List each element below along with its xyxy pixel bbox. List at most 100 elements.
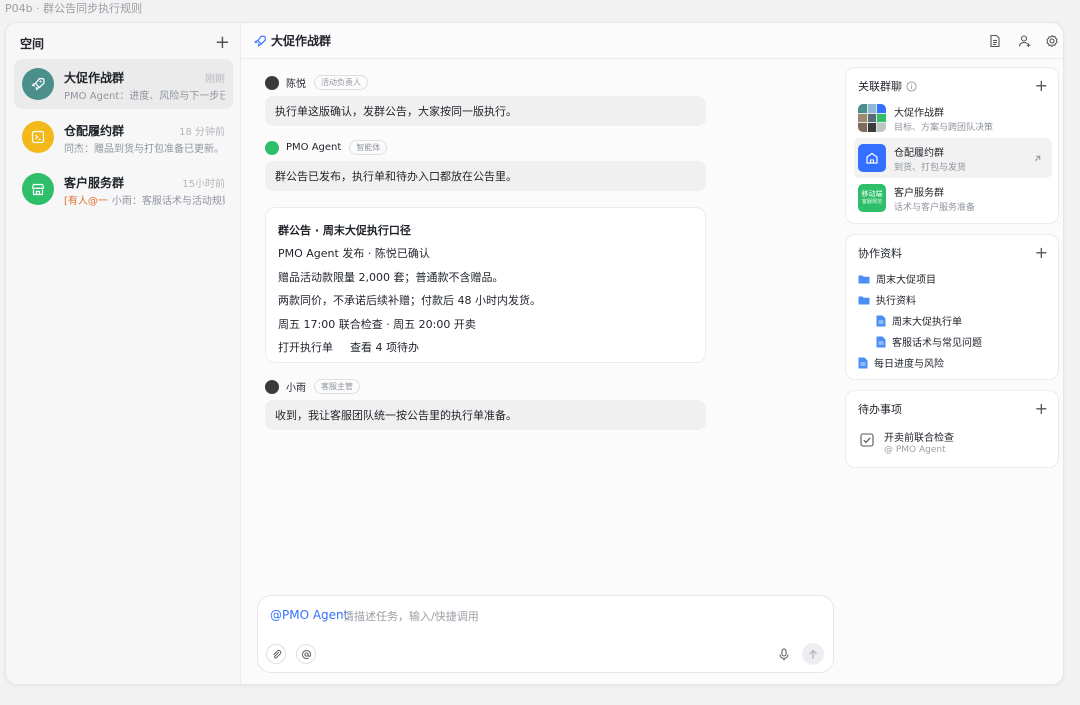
space-time: 15小时前 bbox=[182, 179, 225, 190]
space-preview: 同杰：赠品到货与打包准备已更新。 bbox=[64, 144, 224, 155]
composer-input[interactable]: 请描述任务，输入/快捷调用 bbox=[343, 608, 479, 624]
add-space-button[interactable]: + bbox=[215, 34, 230, 52]
related-group-item[interactable]: 大促作战群 目标、方案与跨团队决策 bbox=[854, 98, 1052, 138]
space-name: 仓配履约群 bbox=[64, 124, 125, 138]
send-button[interactable] bbox=[802, 643, 824, 665]
warehouse-icon bbox=[858, 144, 886, 172]
chat-area: 大促作战群 陈悦 活动负责人 执行单这版确认，发群公告，大家按同一版执行。 PM… bbox=[241, 23, 1063, 684]
space-time: 刚刚 bbox=[205, 74, 225, 85]
at-icon bbox=[301, 649, 311, 659]
role-tag: 智能体 bbox=[349, 140, 388, 155]
related-group-item[interactable]: 移动端 客服规范 客户服务群 话术与客户服务准备 bbox=[854, 178, 1052, 218]
space-preview: [有人@一小雨：客服话术与活动规则… bbox=[64, 192, 225, 207]
todo-title: 待办事项 bbox=[858, 403, 902, 416]
sender-name: 小雨 bbox=[286, 383, 306, 394]
announcement-line: 周五 17:00 联合检查 · 周五 20:00 开卖 bbox=[278, 318, 476, 331]
window-caption: P04b · 群公告同步执行规则 bbox=[5, 2, 143, 15]
open-checklist-link[interactable]: 打开执行单 bbox=[278, 339, 333, 355]
avatar bbox=[265, 75, 279, 90]
group-desc: 目标、方案与跨团队决策 bbox=[894, 123, 994, 133]
related-groups-header: 关联群聊 + bbox=[858, 78, 1048, 94]
doc-item[interactable]: 客服话术与常见问题 bbox=[876, 334, 982, 349]
space-preview: PMO Agent：进度、风险与下一步已同… bbox=[64, 91, 225, 102]
role-tag: 活动负责人 bbox=[314, 75, 368, 90]
message-header: PMO Agent 智能体 bbox=[265, 140, 388, 155]
related-groups-title: 关联群聊 bbox=[858, 80, 902, 93]
message-bubble: 执行单这版确认，发群公告，大家按同一版执行。 bbox=[265, 96, 706, 126]
store-icon bbox=[22, 173, 54, 205]
add-related-group-button[interactable]: + bbox=[1035, 78, 1048, 94]
group-desc: 到货、打包与发货 bbox=[894, 163, 967, 173]
agent-avatar bbox=[265, 140, 279, 155]
related-group-item[interactable]: 仓配履约群 到货、打包与发货 bbox=[854, 138, 1052, 178]
docs-header: 协作资料 + bbox=[858, 245, 1048, 261]
composer-mention[interactable]: @PMO Agent bbox=[270, 608, 348, 622]
announcement-title: 群公告 · 周末大促执行口径 bbox=[278, 224, 411, 237]
add-doc-button[interactable]: + bbox=[1035, 245, 1048, 261]
chat-title: 大促作战群 bbox=[271, 34, 332, 48]
arrow-up-icon bbox=[809, 649, 817, 659]
message-bubble: 群公告已发布，执行单和待办入口都放在公告里。 bbox=[265, 161, 706, 191]
rocket-icon bbox=[22, 68, 54, 100]
sidebar-title: 空间 bbox=[20, 36, 45, 51]
doc-label: 周末大促项目 bbox=[876, 275, 936, 286]
file-icon bbox=[876, 336, 886, 348]
checkbox-icon[interactable] bbox=[860, 433, 874, 450]
message-composer[interactable]: @PMO Agent 请描述任务，输入/快捷调用 bbox=[257, 595, 834, 673]
message-header: 陈悦 活动负责人 bbox=[265, 75, 368, 90]
chat-header: 大促作战群 bbox=[241, 23, 1063, 59]
avatar bbox=[265, 379, 279, 394]
group-name: 客户服务群 bbox=[894, 188, 944, 199]
space-name: 大促作战群 bbox=[64, 71, 125, 85]
doc-label: 执行资料 bbox=[876, 296, 916, 307]
rocket-icon bbox=[253, 34, 267, 51]
mention-badge: [有人@一 bbox=[64, 196, 108, 207]
doc-label: 每日进度与风险 bbox=[874, 359, 944, 370]
doc-item[interactable]: 周末大促执行单 bbox=[876, 313, 962, 328]
add-member-icon[interactable] bbox=[1018, 34, 1032, 48]
attach-button[interactable] bbox=[266, 644, 286, 664]
related-groups-panel: 关联群聊 + 大促作战群 目标、方案与跨团队决策 仓配履约群 到货、打包与发货 … bbox=[845, 67, 1059, 224]
view-todos-link[interactable]: 查看 4 项待办 bbox=[350, 339, 419, 355]
announcement-line: 赠品活动款限量 2,000 套；普通款不含赠品。 bbox=[278, 271, 504, 284]
group-name: 大促作战群 bbox=[894, 108, 944, 119]
file-icon bbox=[876, 315, 886, 327]
announcement-card: 群公告 · 周末大促执行口径 PMO Agent 发布 · 陈悦已确认 赠品活动… bbox=[265, 207, 706, 363]
mention-button[interactable] bbox=[296, 644, 316, 664]
info-icon[interactable] bbox=[906, 80, 917, 92]
announcement-line: 两款同价，不承诺后续补赠；付款后 48 小时内发货。 bbox=[278, 294, 541, 307]
add-todo-button[interactable]: + bbox=[1035, 401, 1048, 417]
doc-item[interactable]: 周末大促项目 bbox=[858, 271, 936, 286]
service-thumb-icon: 移动端 客服规范 bbox=[858, 184, 886, 212]
space-time: 18 分钟前 bbox=[179, 127, 225, 138]
document-icon[interactable] bbox=[988, 34, 1002, 48]
todo-panel: 待办事项 + 开卖前联合检查 @ PMO Agent bbox=[845, 390, 1059, 468]
thumb-subtext: 客服规范 bbox=[861, 199, 882, 205]
todo-header: 待办事项 + bbox=[858, 401, 1048, 417]
paperclip-icon bbox=[272, 649, 281, 658]
group-name: 仓配履约群 bbox=[894, 148, 944, 159]
docs-title: 协作资料 bbox=[858, 247, 902, 260]
folder-icon bbox=[858, 295, 870, 305]
sender-name: PMO Agent bbox=[286, 142, 342, 153]
message-bubble: 收到，我让客服团队统一按公告里的执行单准备。 bbox=[265, 400, 706, 430]
gear-icon[interactable] bbox=[1045, 34, 1059, 48]
sidebar-item-space[interactable]: 客户服务群 15小时前 [有人@一小雨：客服话术与活动规则… bbox=[14, 164, 233, 214]
docs-panel: 协作资料 + 周末大促项目 执行资料 周末大促执行单 客服话术与常见问题 每日进… bbox=[845, 234, 1059, 380]
space-name: 客户服务群 bbox=[64, 176, 125, 190]
terminal-icon bbox=[22, 121, 54, 153]
thumb-text: 移动端 bbox=[861, 190, 883, 198]
sender-name: 陈悦 bbox=[286, 79, 306, 90]
doc-label: 周末大促执行单 bbox=[892, 317, 962, 328]
doc-item[interactable]: 每日进度与风险 bbox=[858, 355, 944, 370]
doc-label: 客服话术与常见问题 bbox=[892, 338, 982, 349]
file-icon bbox=[858, 357, 868, 369]
sidebar-item-space[interactable]: 大促作战群 刚刚 PMO Agent：进度、风险与下一步已同… bbox=[14, 59, 233, 109]
microphone-icon[interactable] bbox=[778, 648, 790, 664]
role-tag: 客服主管 bbox=[314, 379, 360, 394]
announcement-meta: PMO Agent 发布 · 陈悦已确认 bbox=[278, 247, 430, 260]
sidebar-item-space[interactable]: 仓配履约群 18 分钟前 同杰：赠品到货与打包准备已更新。 bbox=[14, 112, 233, 162]
doc-item[interactable]: 执行资料 bbox=[858, 292, 916, 307]
todo-assignee: @ PMO Agent bbox=[884, 445, 946, 455]
open-arrow-icon[interactable] bbox=[1033, 152, 1042, 166]
